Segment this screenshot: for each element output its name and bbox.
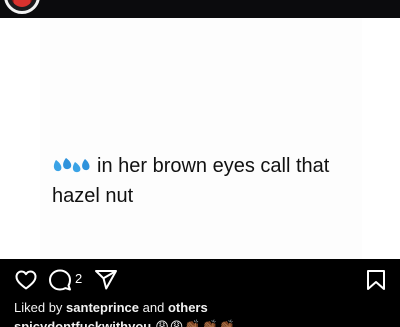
caption-line: spicydontfuckwithyou 😩😩👏🏾👏🏾👏🏾 xyxy=(14,318,236,327)
post-background xyxy=(40,18,362,259)
avatar-image xyxy=(11,0,33,7)
liked-by-others-link[interactable]: others xyxy=(168,300,208,315)
bookmark-icon[interactable] xyxy=(364,268,388,292)
sweat-droplets-icon xyxy=(52,154,92,182)
post-text: in her brown eyes call that hazel nut xyxy=(52,155,330,207)
comment-count: 2 xyxy=(75,271,83,286)
post-text-block: in her brown eyes call that hazel nut xyxy=(52,152,382,210)
liked-by-user-link[interactable]: santeprince xyxy=(66,300,139,315)
action-bar: 2 xyxy=(0,259,400,299)
heart-icon[interactable] xyxy=(14,268,38,292)
caption-username[interactable]: spicydontfuckwithyou xyxy=(14,319,151,327)
comment-icon[interactable] xyxy=(48,268,72,292)
caption-emojis: 😩😩👏🏾👏🏾👏🏾 xyxy=(155,319,236,327)
avatar[interactable] xyxy=(4,0,40,14)
liked-by-joiner: and xyxy=(142,300,165,315)
liked-by-prefix: Liked by xyxy=(14,300,63,315)
paper-plane-icon[interactable] xyxy=(94,268,118,292)
post-image[interactable]: in her brown eyes call that hazel nut xyxy=(0,18,400,259)
liked-by-line: Liked by santeprince and others xyxy=(14,299,208,317)
top-bar xyxy=(0,0,400,18)
